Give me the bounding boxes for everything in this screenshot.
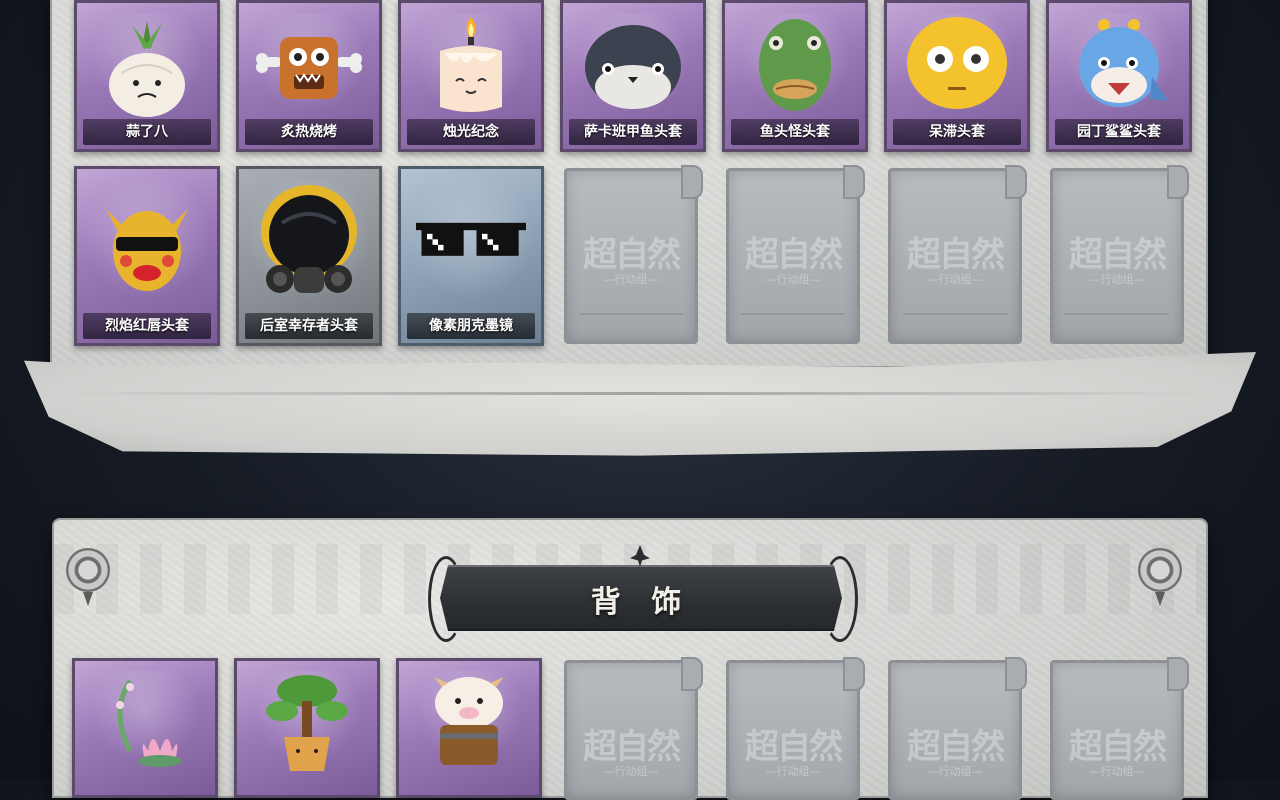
item-card-pixel-glasses[interactable]: 像素朋克墨镜: [398, 166, 544, 346]
placeholder-sub: —行动组—: [927, 273, 983, 286]
scroll-divider: [60, 392, 1210, 395]
item-card-shark[interactable]: 园丁鲨鲨头套: [1046, 0, 1192, 152]
placeholder-sub: —行动组—: [765, 273, 821, 286]
slot-divider: [579, 313, 683, 315]
item-name: 烈焰红唇头套: [83, 313, 211, 339]
empty-slot: 超自然 —行动组—: [726, 165, 865, 344]
item-name: 园丁鲨鲨头套: [1055, 119, 1183, 145]
item-name: 后室幸存者头套: [245, 313, 373, 339]
item-name: 蒜了八: [83, 119, 211, 145]
placeholder-sub: —行动组—: [603, 765, 659, 778]
ornament-right-icon: [1138, 548, 1182, 592]
empty-slot: 超自然 —行动组—: [564, 165, 703, 344]
placeholder-sub: —行动组—: [1089, 765, 1145, 778]
yellow-pikachu-mask-icon: [106, 209, 188, 291]
placeholder-sub: —行动组—: [927, 765, 983, 778]
placeholder-logo: 超自然: [907, 235, 1005, 275]
placeholder-logo: 超自然: [1069, 235, 1167, 275]
empty-slot: 超自然 —行动组—: [564, 657, 703, 800]
slot-divider: [741, 313, 845, 315]
item-card-fish-head[interactable]: 鱼头怪头套: [722, 0, 868, 152]
garlic-face-icon: [109, 21, 185, 117]
item-card-gas-mask[interactable]: 后室幸存者头套: [236, 166, 382, 346]
item-card-grilled-meat[interactable]: 炙热烧烤: [236, 0, 382, 152]
slot-divider: [1065, 313, 1169, 315]
item-card-blank-face[interactable]: 呆滞头套: [884, 0, 1030, 152]
empty-slot: 超自然 —行动组—: [888, 165, 1027, 344]
cow-bucket-icon: [434, 677, 504, 765]
empty-slot: 超自然 —行动组—: [726, 657, 865, 800]
placeholder-logo: 超自然: [745, 727, 843, 767]
candle-face-icon: [440, 17, 502, 112]
item-name: 像素朋克墨镜: [407, 313, 535, 339]
placeholder-logo: 超自然: [1069, 727, 1167, 767]
lotus-vine-icon: [116, 679, 182, 767]
item-card-fish[interactable]: 萨卡班甲鱼头套: [560, 0, 706, 152]
sacabambaspis-fish-icon: [585, 25, 681, 109]
item-name: 鱼头怪头套: [731, 119, 859, 145]
placeholder-sub: —行动组—: [1089, 273, 1145, 286]
item-card-bonsai[interactable]: [234, 658, 380, 798]
item-name: 呆滞头套: [893, 119, 1021, 145]
item-card-candle[interactable]: 烛光纪念: [398, 0, 544, 152]
item-card-garlic[interactable]: 蒜了八: [74, 0, 220, 152]
gas-mask-helmet-icon: [261, 185, 357, 293]
ornament-left-icon: [66, 548, 110, 592]
scroll-bottom-edge: [24, 352, 1256, 456]
yellow-blank-face-icon: [907, 17, 1007, 109]
section-title: 背 饰: [590, 585, 692, 620]
grilled-meat-face-icon: [256, 37, 362, 99]
empty-slot: 超自然 —行动组—: [1050, 657, 1189, 800]
placeholder-logo: 超自然: [583, 727, 681, 767]
placeholder-logo: 超自然: [745, 235, 843, 275]
item-name: 炙热烧烤: [245, 119, 373, 145]
empty-slot: 超自然 —行动组—: [1050, 165, 1189, 344]
empty-slot: 超自然 —行动组—: [888, 657, 1027, 800]
slot-divider: [903, 313, 1007, 315]
placeholder-sub: —行动组—: [603, 273, 659, 286]
item-card-cow-bucket[interactable]: [396, 658, 542, 798]
item-card-pikachu-mask[interactable]: 烈焰红唇头套: [74, 166, 220, 346]
item-name: 萨卡班甲鱼头套: [569, 119, 697, 145]
shark-hat-icon: [1079, 19, 1168, 107]
pixel-sunglasses-icon: [416, 222, 526, 256]
bonsai-pot-icon: [266, 675, 348, 771]
green-fish-head-icon: [759, 19, 831, 111]
placeholder-logo: 超自然: [583, 235, 681, 275]
placeholder-logo: 超自然: [907, 727, 1005, 767]
item-card-lotus[interactable]: [72, 658, 218, 798]
placeholder-sub: —行动组—: [765, 765, 821, 778]
item-name: 烛光纪念: [407, 119, 535, 145]
